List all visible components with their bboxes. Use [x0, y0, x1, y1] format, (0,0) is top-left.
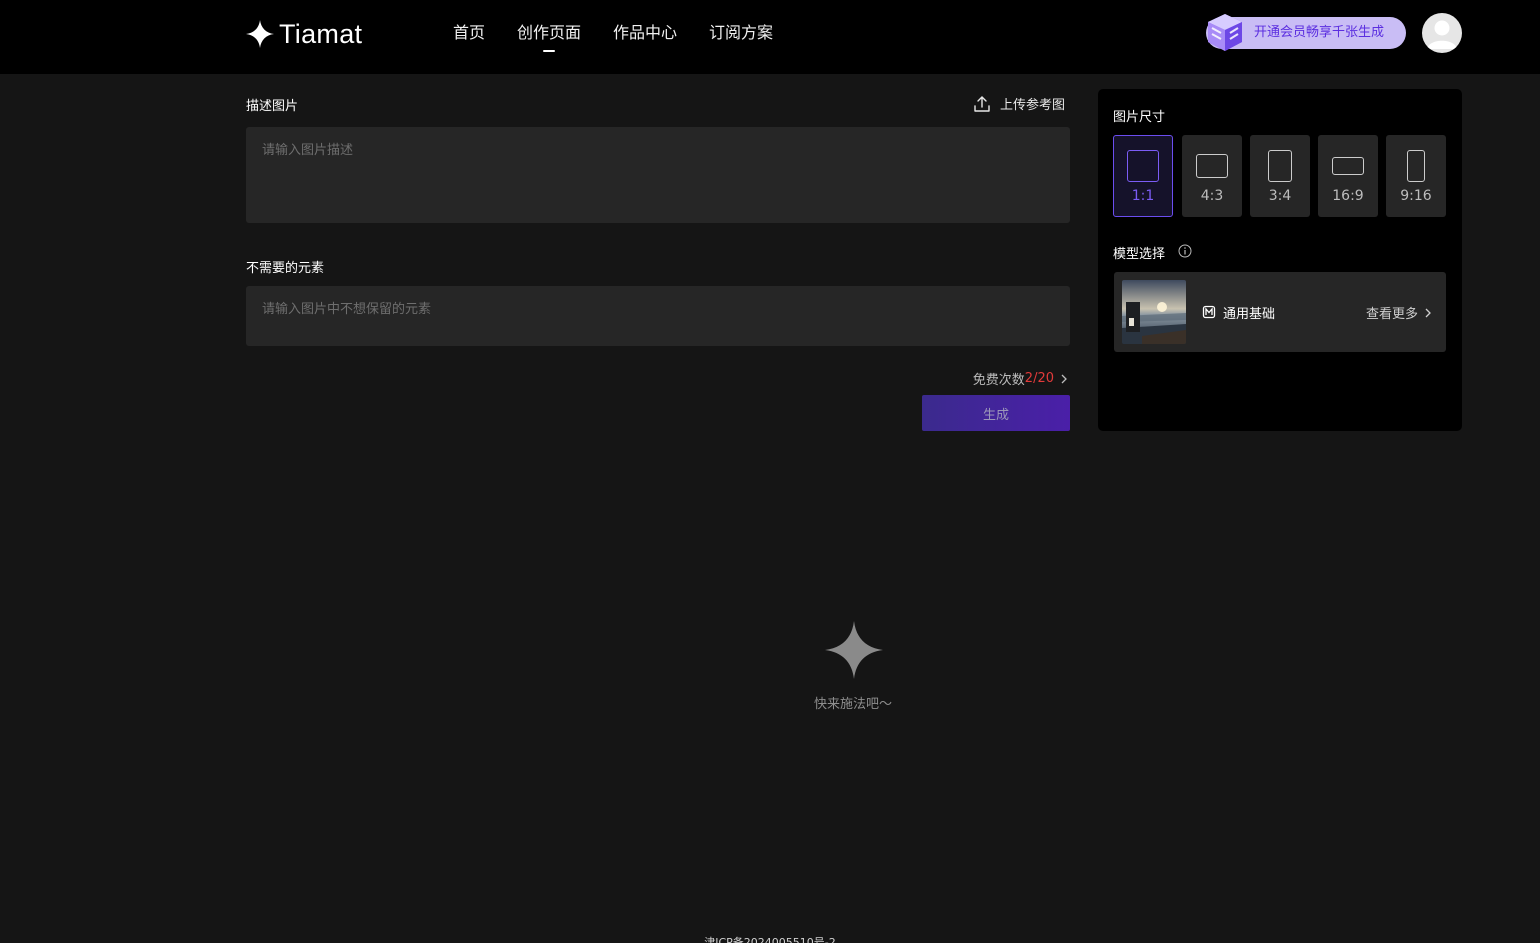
generate-button[interactable]: 生成	[922, 395, 1070, 431]
info-icon[interactable]	[1178, 244, 1192, 258]
ratio-option-1-1[interactable]: 1:1	[1113, 135, 1173, 217]
describe-label: 描述图片	[246, 99, 299, 114]
ratio-label: 4:3	[1200, 188, 1224, 204]
tall-ratio-icon	[1407, 150, 1425, 182]
widescreen-ratio-icon	[1332, 157, 1364, 175]
ratio-label: 9:16	[1400, 188, 1432, 204]
free-count-value: 2/20	[1024, 371, 1054, 386]
avatar[interactable]	[1422, 13, 1462, 53]
negative-elements-input[interactable]	[246, 286, 1070, 346]
chevron-right-icon	[1425, 308, 1431, 317]
vip-text: 开通会员畅享千张生成	[1254, 25, 1385, 40]
nav-item-works[interactable]: 作品中心	[613, 22, 677, 44]
negative-elements-label: 不需要的元素	[246, 261, 325, 276]
chevron-right-icon	[1061, 374, 1067, 383]
ratio-option-4-3[interactable]: 4:3	[1182, 135, 1242, 217]
model-name: 通用基础	[1223, 307, 1276, 322]
nav-item-create[interactable]: 创作页面	[517, 22, 581, 52]
description-input[interactable]	[246, 127, 1070, 223]
nav-item-subscription[interactable]: 订阅方案	[709, 22, 773, 44]
user-avatar-icon	[1427, 20, 1457, 49]
sparkle-logo-icon	[246, 20, 274, 48]
main-nav: 首页 创作页面 作品中心 订阅方案	[453, 22, 805, 52]
sparkle-placeholder-icon	[825, 621, 883, 679]
ratio-option-16-9[interactable]: 16:9	[1318, 135, 1378, 217]
free-count-prefix: 免费次数	[972, 373, 1025, 388]
nav-item-home[interactable]: 首页	[453, 22, 485, 44]
empty-state-text: 快来施法吧～	[813, 697, 892, 712]
portrait-ratio-icon	[1268, 150, 1292, 182]
settings-panel: 图片尺寸 1:1 4:3 3:4 16:9 9:16 模型选择 通用基础 查看更…	[1098, 89, 1462, 431]
image-size-label: 图片尺寸	[1113, 110, 1166, 125]
vip-membership-button[interactable]: 开通会员畅享千张生成	[1206, 14, 1406, 51]
upload-label: 上传参考图	[1000, 98, 1066, 113]
ratio-label: 3:4	[1268, 188, 1292, 204]
model-select-label: 模型选择	[1113, 247, 1166, 262]
ratio-option-3-4[interactable]: 3:4	[1250, 135, 1310, 217]
ratio-label: 1:1	[1131, 188, 1155, 204]
model-badge-icon	[1202, 305, 1216, 319]
ratio-label: 16:9	[1332, 188, 1364, 204]
upload-reference-button[interactable]: 上传参考图	[973, 94, 1065, 113]
upload-icon	[974, 95, 990, 112]
model-thumbnail	[1122, 280, 1186, 344]
view-more-label: 查看更多	[1365, 307, 1418, 322]
logo-text: Tiamat	[279, 18, 363, 49]
vip-cube-icon	[1208, 14, 1242, 51]
top-navigation-bar: Tiamat 首页 创作页面 作品中心 订阅方案 开通会员畅享千张生成	[0, 0, 1540, 74]
free-count-link[interactable]: 免费次数 2/20	[973, 369, 1070, 388]
logo[interactable]: Tiamat	[246, 18, 363, 49]
square-ratio-icon	[1127, 150, 1159, 182]
landscape-ratio-icon	[1196, 154, 1228, 178]
ratio-option-9-16[interactable]: 9:16	[1386, 135, 1446, 217]
model-card[interactable]: 通用基础 查看更多	[1114, 272, 1446, 352]
footer-icp[interactable]: 津ICP备2024005510号-2	[0, 936, 1540, 943]
view-more-link[interactable]: 查看更多	[1366, 303, 1434, 322]
